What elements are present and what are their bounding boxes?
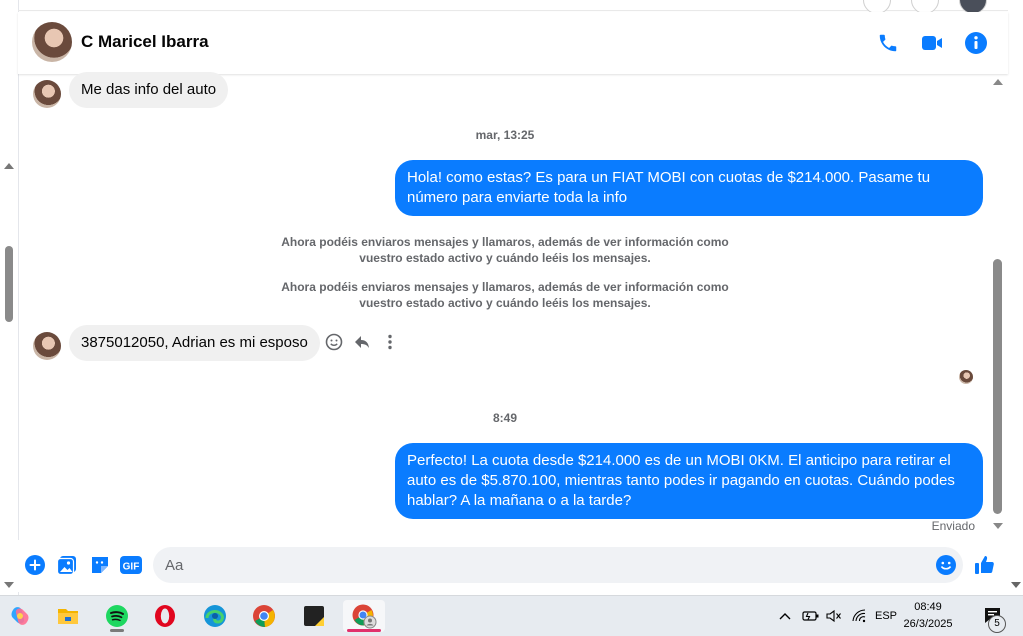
message-timestamp: mar, 13:25: [475, 128, 535, 142]
page-scroll-down-arrow[interactable]: [4, 582, 14, 588]
sticky-notes-icon[interactable]: [297, 600, 331, 632]
svg-text:GIF: GIF: [123, 562, 140, 573]
outgoing-message[interactable]: Hola! como estas? Es para un FIAT MOBI c…: [395, 160, 983, 216]
active-indicator: [347, 629, 381, 632]
language-indicator[interactable]: ESP: [873, 596, 899, 636]
file-explorer-icon[interactable]: [51, 600, 85, 632]
clock-time: 08:49: [914, 601, 942, 613]
reply-icon[interactable]: [352, 332, 372, 352]
photo-icon[interactable]: [55, 553, 79, 577]
gif-icon[interactable]: GIF: [119, 553, 143, 577]
edge-icon[interactable]: [198, 600, 232, 632]
opera-icon[interactable]: [148, 600, 182, 632]
wifi-icon[interactable]: [849, 596, 869, 636]
info-icon[interactable]: [963, 30, 989, 56]
outgoing-message[interactable]: Perfecto! La cuota desde $214.000 es de …: [395, 443, 983, 519]
sender-avatar[interactable]: [33, 80, 61, 108]
volume-muted-icon[interactable]: [824, 596, 844, 636]
message-timestamp: 8:49: [492, 411, 518, 425]
copilot-icon[interactable]: [3, 600, 37, 632]
spotify-icon[interactable]: [100, 600, 134, 632]
react-emoji-icon[interactable]: [324, 332, 344, 352]
chat-scrollbar-thumb[interactable]: [993, 259, 1002, 514]
system-clock[interactable]: 08:49 26/3/2025: [900, 599, 956, 633]
phone-icon[interactable]: [875, 30, 901, 56]
incoming-message[interactable]: Me das info del auto: [69, 72, 229, 108]
video-camera-icon[interactable]: [919, 30, 945, 56]
active-indicator: [110, 629, 124, 632]
chrome-icon[interactable]: [247, 600, 281, 632]
more-options-icon[interactable]: [380, 332, 400, 352]
chrome-profile-icon[interactable]: [343, 600, 385, 632]
system-notice: Ahora podéis enviaros mensajes y llamaro…: [281, 280, 729, 310]
window-scroll-down-arrow[interactable]: [1011, 582, 1021, 588]
show-hidden-icons-chevron-icon[interactable]: [776, 596, 794, 636]
emoji-icon[interactable]: [934, 553, 958, 577]
sticker-icon[interactable]: [88, 553, 112, 577]
clock-date: 26/3/2025: [903, 618, 953, 630]
notification-count-badge: 5: [988, 615, 1006, 633]
chat-scroll-down-arrow[interactable]: [993, 523, 1003, 529]
page-scrollbar-thumb[interactable]: [5, 246, 13, 322]
like-thumb-icon[interactable]: [973, 553, 997, 577]
incoming-message[interactable]: 3875012050, Adrian es mi esposo: [69, 325, 320, 361]
chat-header: C Maricel Ibarra: [18, 12, 1008, 74]
contact-name[interactable]: C Maricel Ibarra: [81, 32, 209, 52]
windows-taskbar: ESP 08:49 26/3/2025 5: [0, 595, 1023, 636]
page-scroll-up-arrow[interactable]: [4, 163, 14, 169]
message-list: Me das info del auto mar, 13:25 Hola! co…: [18, 72, 990, 540]
battery-icon[interactable]: [800, 596, 822, 636]
top-toolbar-edge: [18, 0, 1008, 11]
chat-scroll-up-arrow[interactable]: [993, 79, 1003, 85]
system-notice: Ahora podéis enviaros mensajes y llamaro…: [281, 235, 729, 265]
delivery-status: Enviado: [931, 519, 975, 533]
message-composer: GIF: [18, 540, 1008, 592]
seen-receipt-avatar: [959, 370, 973, 384]
message-input[interactable]: [153, 547, 963, 583]
plus-icon[interactable]: [23, 553, 47, 577]
contact-avatar[interactable]: [32, 22, 72, 62]
sender-avatar[interactable]: [33, 332, 61, 360]
